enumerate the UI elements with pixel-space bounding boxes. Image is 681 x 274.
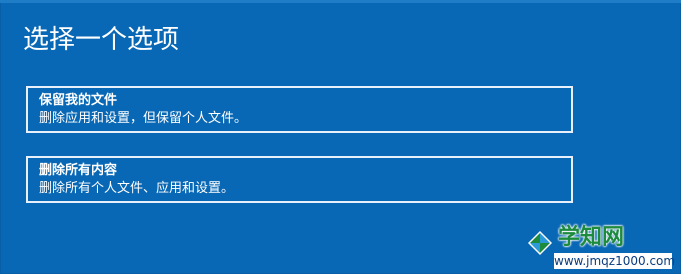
- option-heading: 保留我的文件: [39, 93, 118, 108]
- site-watermark: 学知网 www.jmqz1000.com: [520, 223, 678, 271]
- option-heading: 删除所有内容: [39, 163, 118, 178]
- windows-logo-icon: [528, 231, 552, 255]
- watermark-url: www.jmqz1000.com: [554, 253, 676, 269]
- remove-everything-option[interactable]: 删除所有内容 删除所有个人文件、应用和设置。: [26, 156, 573, 203]
- watermark-site-name: 学知网: [558, 225, 625, 250]
- reset-dialog: 选择一个选项 保留我的文件 删除应用和设置，但保留个人文件。 删除所有内容 删除…: [0, 0, 681, 274]
- top-strip: [0, 0, 681, 3]
- option-description: 删除所有个人文件、应用和设置。: [39, 181, 235, 196]
- dialog-title: 选择一个选项: [23, 25, 180, 55]
- keep-my-files-option[interactable]: 保留我的文件 删除应用和设置，但保留个人文件。: [26, 86, 573, 133]
- option-description: 删除应用和设置，但保留个人文件。: [39, 111, 248, 126]
